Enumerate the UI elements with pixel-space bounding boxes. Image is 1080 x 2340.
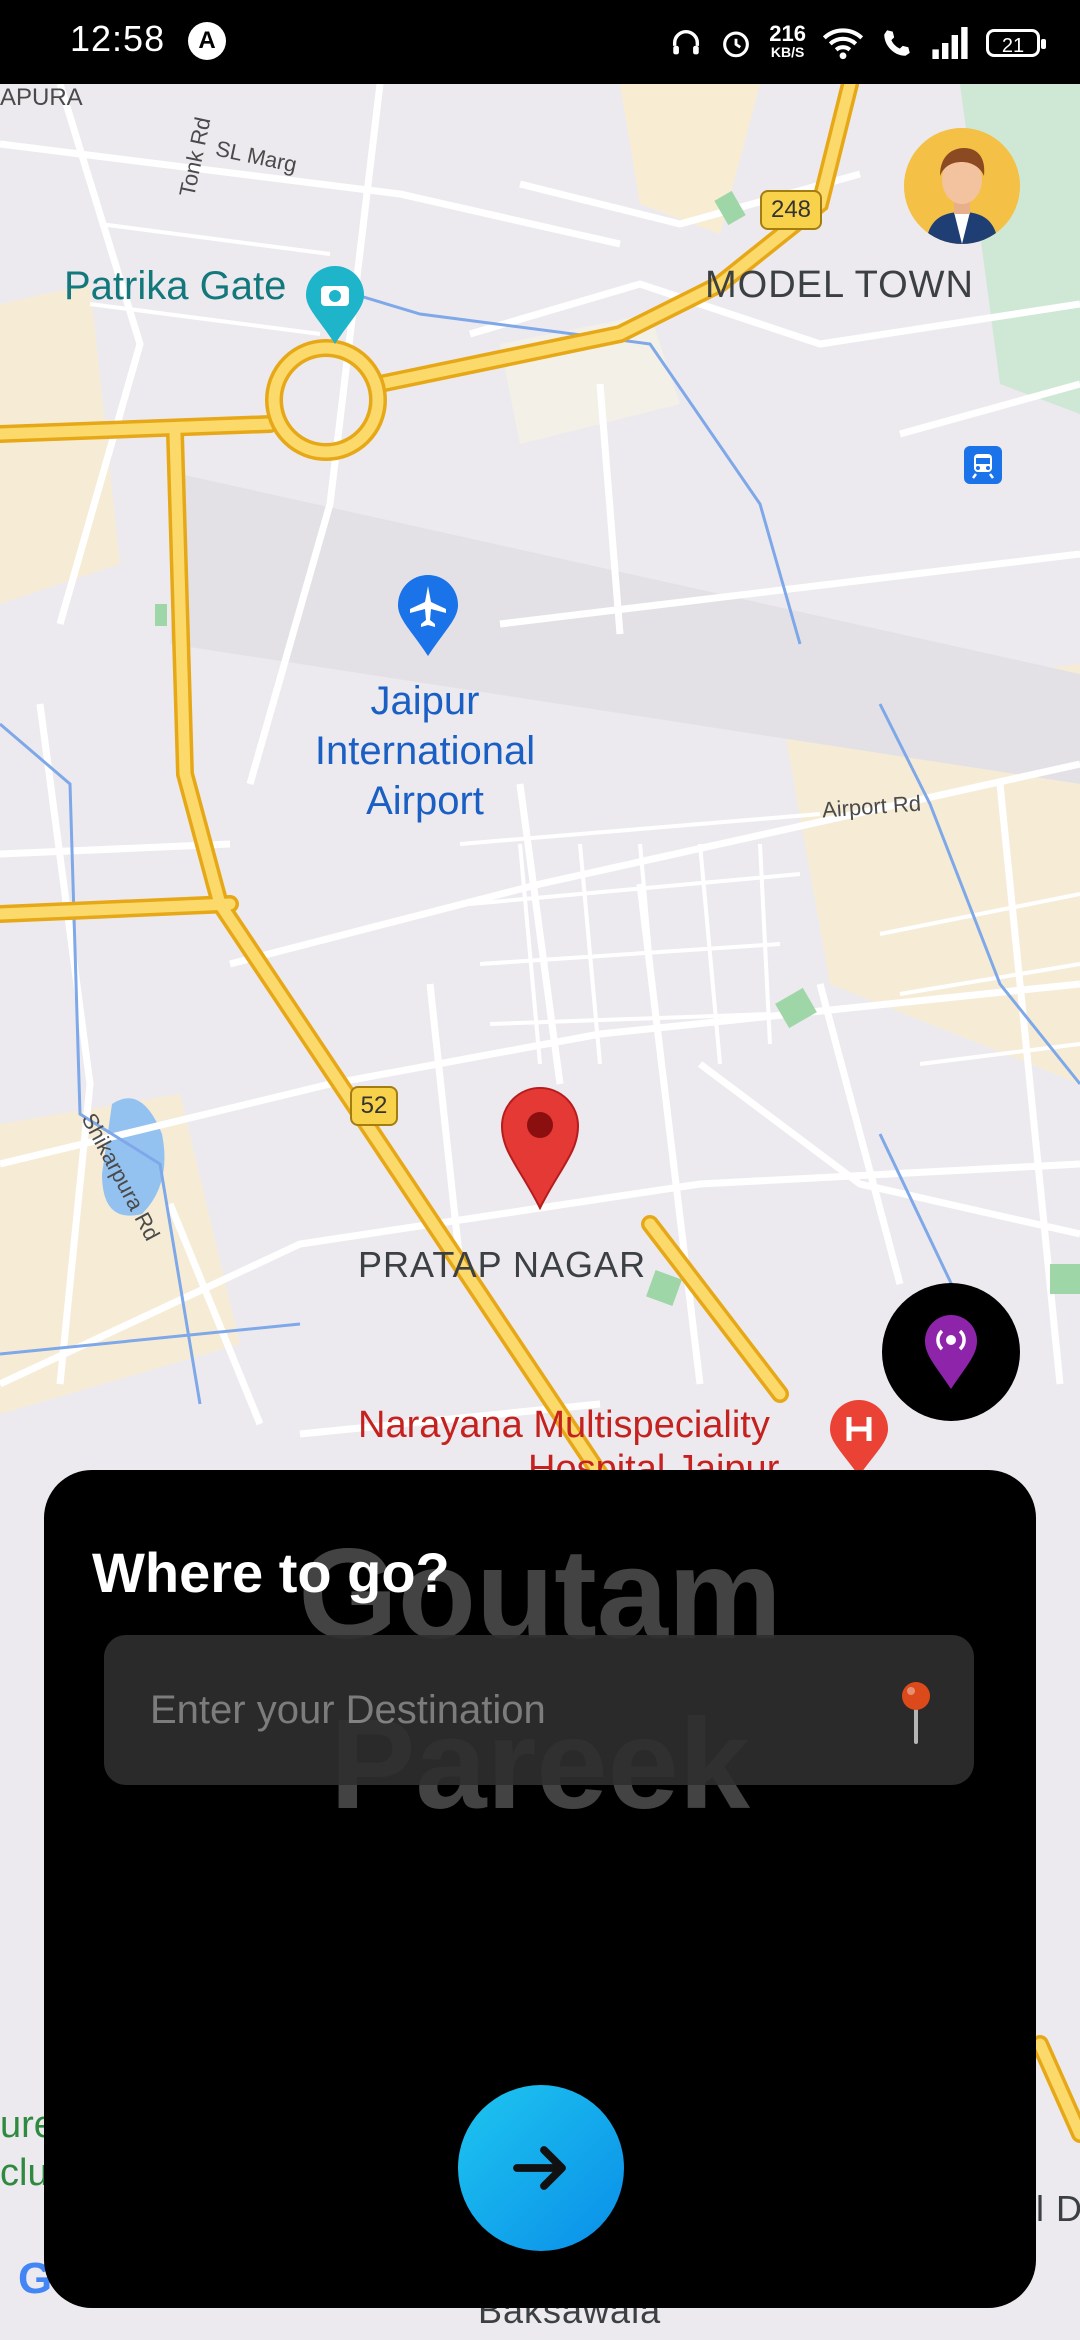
map-pin-icon[interactable] bbox=[898, 1680, 934, 1746]
status-time: 12:58 bbox=[70, 18, 166, 59]
map-label-apura: APURA bbox=[0, 84, 83, 111]
camera-place-marker-icon bbox=[306, 266, 364, 344]
map-label-patrika-gate: Patrika Gate bbox=[64, 264, 287, 308]
alarm-icon bbox=[723, 31, 750, 58]
airport-marker-icon bbox=[398, 575, 458, 656]
hospital-marker-icon bbox=[830, 1400, 888, 1476]
status-bar: 12:58 A 216 KB/S 21 bbox=[0, 0, 1080, 84]
navigation-app-icon: A bbox=[188, 22, 226, 60]
map-label-bottom-right: l D bbox=[1036, 2188, 1080, 2229]
battery-indicator: 21 bbox=[986, 29, 1046, 57]
map-label-airport: Jaipur International Airport bbox=[314, 679, 536, 823]
user-avatar-icon bbox=[904, 128, 1020, 244]
profile-avatar[interactable] bbox=[904, 128, 1020, 244]
live-location-button[interactable] bbox=[882, 1283, 1020, 1421]
map-label-model-town: MODEL TOWN bbox=[705, 264, 974, 306]
signal-icon bbox=[932, 27, 968, 59]
selected-location-pin-icon bbox=[500, 1087, 580, 1210]
sheet-title: Where to go? bbox=[92, 1541, 450, 1604]
status-icons: 216 KB/S 21 bbox=[669, 18, 1046, 68]
wifi-calling-icon bbox=[884, 30, 910, 56]
destination-sheet: Goutam Pareek Where to go? bbox=[44, 1470, 1036, 2308]
map-label-pratap-nagar: PRATAP NAGAR bbox=[358, 1244, 647, 1285]
arrow-right-icon bbox=[513, 2146, 566, 2190]
destination-field[interactable] bbox=[104, 1635, 974, 1785]
broadcast-location-pin-icon bbox=[925, 1315, 977, 1389]
network-speed: 216 KB/S bbox=[769, 21, 806, 61]
route-52-shield: 52 bbox=[350, 1086, 398, 1126]
train-station-icon bbox=[964, 446, 1002, 484]
route-248-shield: 248 bbox=[760, 190, 822, 230]
wifi-icon bbox=[822, 28, 864, 60]
map-label-narayana: Narayana Multispeciality bbox=[358, 1404, 770, 1446]
go-button[interactable] bbox=[458, 2085, 624, 2251]
destination-input[interactable] bbox=[104, 1635, 864, 1785]
headphones-icon bbox=[673, 30, 700, 55]
map-label-bottom-left-2: clu bbox=[0, 2152, 49, 2194]
